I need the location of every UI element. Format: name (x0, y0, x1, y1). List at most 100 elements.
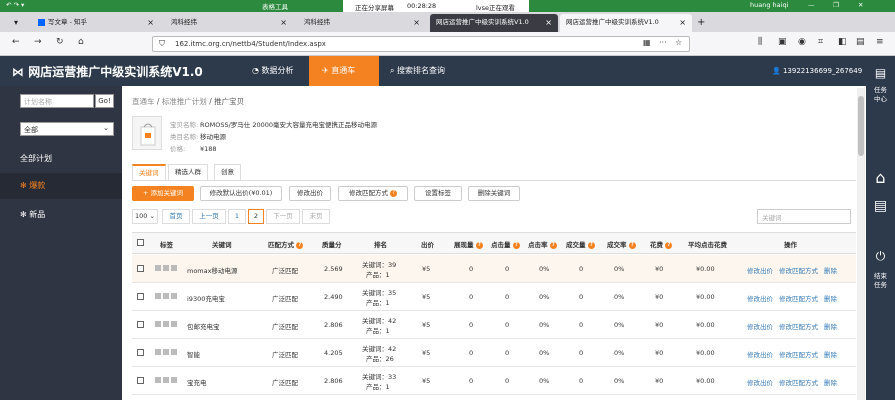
extension-icon[interactable]: ◧ (838, 37, 847, 47)
new-tab-icon[interactable]: + (697, 14, 711, 32)
row-checkbox[interactable] (137, 321, 144, 328)
task-center-button[interactable]: 任务中心 (866, 86, 895, 104)
first-page-button[interactable]: 首页 (162, 209, 190, 224)
home-icon[interactable]: ⌂ (78, 37, 84, 47)
next-page-button[interactable]: 下一页 (266, 209, 300, 224)
edit-match-button[interactable]: 修改匹配方式 ? (338, 186, 408, 201)
row-delete-link[interactable]: 删除 (824, 377, 837, 387)
page-1-button[interactable]: 1 (228, 209, 246, 224)
task-list-icon[interactable]: ▤ (866, 66, 895, 80)
row-delete-link[interactable]: 删除 (824, 349, 837, 359)
add-keyword-button[interactable]: + 添加关键词 (132, 186, 194, 201)
bookmark-star-icon[interactable]: ☆ (675, 38, 682, 47)
row-edit-bid-link[interactable]: 修改出价 (747, 265, 773, 275)
restore-icon[interactable]: ❐ (833, 1, 839, 9)
tag-squares[interactable] (155, 265, 179, 273)
row-checkbox[interactable] (137, 377, 144, 384)
nav-search-rank[interactable]: ⌕ 搜索排名查询 (390, 65, 445, 76)
tag-squares[interactable] (155, 377, 179, 385)
row-edit-match-link[interactable]: 修改匹配方式 (779, 349, 818, 359)
end-task-button[interactable]: 结束任务 (866, 272, 895, 290)
tab-system-2[interactable]: 网店运营推广中级实训系统V1.0 × (560, 14, 692, 32)
nav-data-analysis[interactable]: ◔ 数据分析 (252, 65, 294, 76)
page-2-button[interactable]: 2 (248, 209, 264, 224)
rank-keyword-cell: 关键词：42 (362, 345, 397, 353)
row-edit-bid-link[interactable]: 修改出价 (747, 321, 773, 331)
sync-icon[interactable]: ◉ (798, 37, 806, 47)
scrollbar[interactable] (857, 88, 865, 400)
tab-hongke-2[interactable]: 鸿科经纬 × (296, 14, 426, 32)
forward-icon[interactable]: → (34, 37, 42, 47)
quick-access-icons[interactable]: ↶ ↷ ▾ (6, 1, 24, 9)
edit-bid-button[interactable]: 修改出价 (289, 186, 331, 201)
row-edit-bid-link[interactable]: 修改出价 (747, 377, 773, 387)
user-icon: 👤 (772, 67, 781, 75)
breadcrumb-plan[interactable]: 标准推广计划 (162, 97, 207, 106)
tab-hongke-1[interactable]: 鸿科经纬 × (163, 14, 293, 32)
reload-icon[interactable]: ↻ (56, 37, 64, 47)
select-all-checkbox[interactable] (137, 239, 144, 246)
row-checkbox[interactable] (137, 293, 144, 300)
tab-system-1[interactable]: 网店运营推广中级实训系统V1.0 × (430, 14, 558, 32)
sidebar-item-all-plans[interactable]: 全部计划 (0, 146, 122, 172)
plan-search-input[interactable]: 计划名称 (20, 94, 94, 108)
app-header: ⋈ 网店运营推广中级实训系统V1.0 ◔ 数据分析 ✈ 直通车 ⌕ 搜索排名查询… (0, 56, 866, 86)
tag-squares[interactable] (155, 349, 179, 357)
menu-icon[interactable]: ≡ (876, 37, 884, 47)
row-delete-link[interactable]: 删除 (824, 265, 837, 275)
plan-filter-select[interactable]: 全部 ⌄ (20, 122, 114, 136)
tab-list-icon[interactable]: ▾ (6, 14, 26, 32)
sidebar-item-new[interactable]: ✻ 新品 (0, 202, 122, 228)
document-icon[interactable]: ▤ (866, 198, 895, 214)
translate-icon[interactable]: ▤ (856, 37, 865, 47)
keyword-search-input[interactable]: 关键词 (757, 209, 851, 224)
go-button[interactable]: Go! (95, 94, 114, 108)
breadcrumb-express[interactable]: 直通车 (132, 97, 155, 106)
row-checkbox[interactable] (137, 265, 144, 272)
row-edit-match-link[interactable]: 修改匹配方式 (779, 321, 818, 331)
sidebar-icon[interactable]: ▣ (778, 37, 787, 47)
tab-keywords[interactable]: 关键词 (132, 164, 166, 180)
close-window-icon[interactable]: ✕ (858, 1, 863, 9)
close-tab-icon[interactable]: × (280, 14, 287, 31)
tag-squares[interactable] (155, 321, 179, 329)
set-tags-button[interactable]: 设置标签 (414, 186, 462, 201)
close-tab-icon[interactable]: × (679, 14, 686, 31)
close-tab-icon[interactable]: × (413, 14, 420, 31)
row-delete-link[interactable]: 删除 (824, 321, 837, 331)
row-edit-bid-link[interactable]: 修改出价 (747, 349, 773, 359)
address-bar[interactable]: ⛉ 162.itmc.org.cn/nettb4/Student/Index.a… (152, 36, 690, 52)
row-edit-match-link[interactable]: 修改匹配方式 (779, 377, 818, 387)
prev-page-button[interactable]: 上一页 (192, 209, 226, 224)
minimize-icon[interactable]: — (808, 1, 815, 9)
tag-squares[interactable] (155, 293, 179, 301)
qr-icon[interactable]: ▦ (643, 38, 651, 47)
delete-keyword-button[interactable]: 删除关键词 (468, 186, 520, 201)
user-menu[interactable]: 👤 13922136699_267649 (772, 67, 862, 75)
sidebar-item-hot[interactable]: ✻ 爆款 (0, 173, 122, 199)
more-icon[interactable]: ··· (659, 38, 667, 47)
row-edit-match-link[interactable]: 修改匹配方式 (779, 293, 818, 303)
library-icon[interactable]: ⫼ (758, 37, 762, 47)
row-checkbox[interactable] (137, 349, 144, 356)
close-tab-icon[interactable]: × (147, 14, 154, 31)
row-delete-link[interactable]: 删除 (824, 293, 837, 303)
quality-cell: 2.569 (324, 265, 343, 273)
row-edit-match-link[interactable]: 修改匹配方式 (779, 265, 818, 275)
close-tab-icon[interactable]: × (545, 14, 552, 31)
nav-express-train[interactable]: ✈ 直通车 (322, 65, 355, 76)
tab-zhihu[interactable]: 写文章 - 知乎 × (30, 14, 160, 32)
power-icon[interactable]: ⏻ (866, 249, 895, 264)
row-edit-bid-link[interactable]: 修改出价 (747, 293, 773, 303)
home-icon[interactable]: ⌂ (866, 168, 895, 187)
rank-keyword-cell: 关键词：39 (362, 261, 397, 269)
last-page-button[interactable]: 末页 (302, 209, 330, 224)
tab-creative[interactable]: 创意 (214, 164, 241, 180)
share-status: 正在分享屏幕 (355, 4, 394, 12)
edit-default-bid-button[interactable]: 修改默认出价(¥0.01) (200, 186, 282, 201)
scrollbar-thumb[interactable] (858, 96, 864, 156)
screenshot-icon[interactable]: ⌗ (818, 37, 823, 47)
tab-audience[interactable]: 精选人群 (168, 164, 208, 180)
back-icon[interactable]: ← (12, 37, 20, 47)
page-size-select[interactable]: 100 ⌄ (132, 209, 158, 224)
